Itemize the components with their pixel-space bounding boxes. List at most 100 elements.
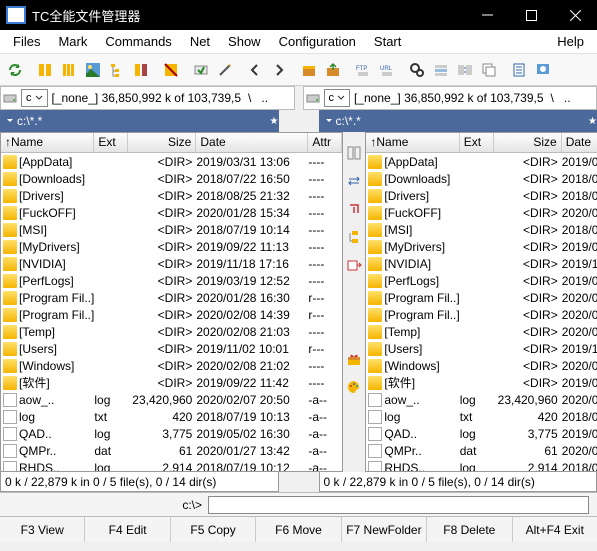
command-input[interactable] xyxy=(208,496,589,514)
tab-left[interactable]: c:\*.*★ xyxy=(0,110,279,132)
list-item[interactable]: [Drivers]<DIR>2018/08/25 21:32---- xyxy=(1,187,342,204)
list-item[interactable]: [Windows]<DIR>2020/02/08 21:02---- xyxy=(366,357,597,374)
col-name[interactable]: ↑Name xyxy=(366,133,459,152)
menu-files[interactable]: Files xyxy=(4,32,49,51)
menu-mark[interactable]: Mark xyxy=(49,32,96,51)
menu-net[interactable]: Net xyxy=(181,32,219,51)
palette-icon[interactable] xyxy=(343,376,365,398)
list-item[interactable]: [MSI]<DIR>2018/07/19 10:14---- xyxy=(366,221,597,238)
tab-right[interactable]: c:\*.*★ xyxy=(319,110,597,132)
list-item[interactable]: [Temp]<DIR>2020/02/08 21:03---- xyxy=(366,323,597,340)
list-item[interactable]: [NVIDIA]<DIR>2019/11/18 17:16---- xyxy=(1,255,342,272)
fn-f6-move[interactable]: F6 Move xyxy=(256,517,341,542)
swap-panels-icon[interactable] xyxy=(343,170,365,192)
list-item[interactable]: [NVIDIA]<DIR>2019/11/18 17:16---- xyxy=(366,255,597,272)
col-name[interactable]: ↑Name xyxy=(1,133,94,152)
menu-start[interactable]: Start xyxy=(365,32,410,51)
drive-select-right[interactable]: c xyxy=(324,89,351,107)
show-all-icon[interactable] xyxy=(130,59,152,81)
list-item[interactable]: logtxt4202018/07/19 10:13-a-- xyxy=(366,408,597,425)
list-item[interactable]: [FuckOFF]<DIR>2020/01/28 15:34---- xyxy=(366,204,597,221)
list-item[interactable]: [MyDrivers]<DIR>2019/09/22 11:13---- xyxy=(1,238,342,255)
list-item[interactable]: [AppData]<DIR>2019/03/31 13:06---- xyxy=(366,153,597,170)
list-item[interactable]: [Program Fil..]<DIR>2020/01/28 16:30r--- xyxy=(1,289,342,306)
list-item[interactable]: [Program Fil..]<DIR>2020/02/08 14:39r--- xyxy=(366,306,597,323)
list-item[interactable]: [Drivers]<DIR>2018/08/25 21:32---- xyxy=(366,187,597,204)
menu-show[interactable]: Show xyxy=(219,32,270,51)
list-item[interactable]: [MSI]<DIR>2018/07/19 10:14---- xyxy=(1,221,342,238)
pack-icon[interactable] xyxy=(298,59,320,81)
ftp-connect-icon[interactable]: FTP xyxy=(352,59,374,81)
list-item[interactable]: [Downloads]<DIR>2018/07/22 16:50---- xyxy=(366,170,597,187)
list-item[interactable]: QAD..log3,7752019/05/02 16:30-a-- xyxy=(1,425,342,442)
full-view-icon[interactable] xyxy=(58,59,80,81)
minimize-button[interactable] xyxy=(465,0,509,30)
back-icon[interactable] xyxy=(244,59,266,81)
brief-view-icon[interactable] xyxy=(34,59,56,81)
updir-button-right[interactable]: .. xyxy=(561,91,574,105)
col-date[interactable]: Date xyxy=(562,133,597,152)
list-item[interactable]: [Program Fil..]<DIR>2020/02/08 14:39r--- xyxy=(1,306,342,323)
target-equals-source-icon[interactable] xyxy=(343,198,365,220)
list-item[interactable]: RHDS..log2,9142018/07/19 10:12-a-- xyxy=(366,459,597,471)
list-item[interactable]: [软件]<DIR>2019/09/22 11:42---- xyxy=(366,374,597,391)
fn-f8-delete[interactable]: F8 Delete xyxy=(427,517,512,542)
list-item[interactable]: QMPr..dat612020/01/27 13:42-a-- xyxy=(366,442,597,459)
multi-rename-icon[interactable] xyxy=(430,59,452,81)
col-date[interactable]: Date xyxy=(196,133,308,152)
drive-select-left[interactable]: c xyxy=(21,89,48,107)
copy-names-icon[interactable] xyxy=(478,59,500,81)
list-item[interactable]: logtxt4202018/07/19 10:13-a-- xyxy=(1,408,342,425)
tree-view-icon[interactable] xyxy=(106,59,128,81)
fn-f5-copy[interactable]: F5 Copy xyxy=(171,517,256,542)
gift-icon[interactable] xyxy=(343,348,365,370)
copy-to-other-icon[interactable] xyxy=(343,254,365,276)
root-button-right[interactable]: \ xyxy=(548,91,557,105)
list-item[interactable]: [Program Fil..]<DIR>2020/01/28 16:30r--- xyxy=(366,289,597,306)
invert-selection-icon[interactable] xyxy=(160,59,182,81)
list-item[interactable]: [Temp]<DIR>2020/02/08 21:03---- xyxy=(1,323,342,340)
maximize-button[interactable] xyxy=(509,0,553,30)
fn-f7-newfolder[interactable]: F7 NewFolder xyxy=(342,517,427,542)
root-button-left[interactable]: \ xyxy=(245,91,254,105)
search-icon[interactable] xyxy=(406,59,428,81)
refresh-icon[interactable] xyxy=(4,59,26,81)
list-item[interactable]: [Windows]<DIR>2020/02/08 21:02---- xyxy=(1,357,342,374)
list-item[interactable]: QMPr..dat612020/01/27 13:42-a-- xyxy=(1,442,342,459)
list-item[interactable]: aow_..log23,420,9602020/02/07 20:50-a-- xyxy=(1,391,342,408)
fn-f3-view[interactable]: F3 View xyxy=(0,517,85,542)
favorites-icon[interactable]: ★ xyxy=(588,116,597,127)
list-item[interactable]: [Downloads]<DIR>2018/07/22 16:50---- xyxy=(1,170,342,187)
wand-icon[interactable] xyxy=(214,59,236,81)
fn-altf4-exit[interactable]: Alt+F4 Exit xyxy=(513,517,597,542)
favorites-icon[interactable]: ★ xyxy=(270,116,279,127)
col-attr[interactable]: Attr xyxy=(308,133,342,152)
menu-configuration[interactable]: Configuration xyxy=(270,32,365,51)
col-size[interactable]: Size xyxy=(494,133,562,152)
list-item[interactable]: [FuckOFF]<DIR>2020/01/28 15:34---- xyxy=(1,204,342,221)
thumbnail-view-icon[interactable] xyxy=(82,59,104,81)
list-item[interactable]: [软件]<DIR>2019/09/22 11:42---- xyxy=(1,374,342,391)
menu-commands[interactable]: Commands xyxy=(96,32,180,51)
list-item[interactable]: [Users]<DIR>2019/11/02 10:01r--- xyxy=(1,340,342,357)
list-item[interactable]: [PerfLogs]<DIR>2019/03/19 12:52---- xyxy=(1,272,342,289)
list-item[interactable]: RHDS..log2,9142018/07/19 10:12-a-- xyxy=(1,459,342,471)
control-panel-icon[interactable] xyxy=(532,59,554,81)
list-item[interactable]: QAD..log3,7752019/05/02 16:30-a-- xyxy=(366,425,597,442)
equal-panels-icon[interactable] xyxy=(343,142,365,164)
file-list-left[interactable]: [AppData]<DIR>2019/03/31 13:06----[Downl… xyxy=(1,153,342,471)
cd-tree-icon[interactable] xyxy=(343,226,365,248)
unpack-icon[interactable] xyxy=(322,59,344,81)
col-size[interactable]: Size xyxy=(128,133,196,152)
list-item[interactable]: [PerfLogs]<DIR>2019/03/19 12:52---- xyxy=(366,272,597,289)
updir-button-left[interactable]: .. xyxy=(258,91,271,105)
file-list-right[interactable]: [AppData]<DIR>2019/03/31 13:06----[Downl… xyxy=(366,153,597,471)
list-item[interactable]: [AppData]<DIR>2019/03/31 13:06---- xyxy=(1,153,342,170)
sync-dirs-icon[interactable] xyxy=(454,59,476,81)
list-item[interactable]: [Users]<DIR>2019/11/02 10:01r--- xyxy=(366,340,597,357)
ftp-tool-icon[interactable] xyxy=(190,59,212,81)
list-item[interactable]: [MyDrivers]<DIR>2019/09/22 11:13---- xyxy=(366,238,597,255)
url-icon[interactable]: URL xyxy=(376,59,398,81)
list-item[interactable]: aow_..log23,420,9602020/02/07 20:50-a-- xyxy=(366,391,597,408)
fn-f4-edit[interactable]: F4 Edit xyxy=(85,517,170,542)
